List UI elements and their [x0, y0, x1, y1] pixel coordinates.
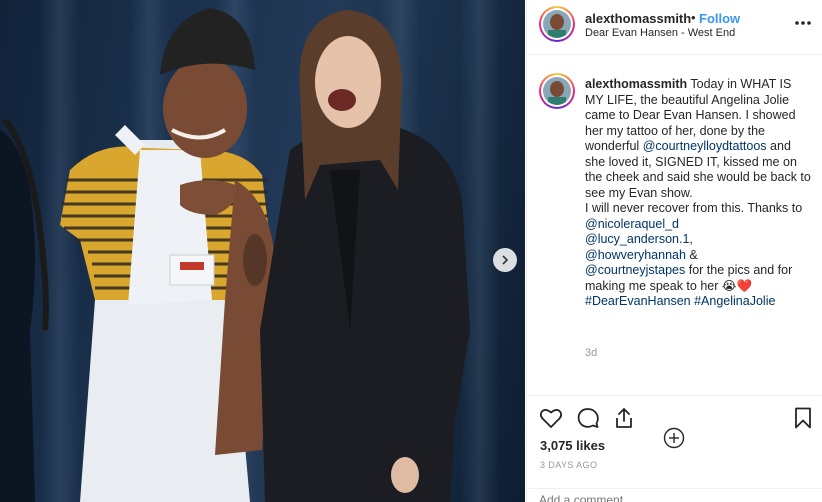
post-actions: 3,075 likes 3 DAYS AGO: [527, 395, 822, 502]
post-caption: alexthomassmith Today in WHAT IS MY LIFE…: [585, 77, 813, 310]
post-date[interactable]: 3 DAYS AGO: [540, 460, 597, 470]
caption-text: I will never recover from this. Thanks t…: [585, 201, 803, 215]
hashtag-link[interactable]: #DearEvanHansen: [585, 294, 691, 308]
follow-button[interactable]: Follow: [699, 11, 740, 26]
mention-link[interactable]: @courtneylloydtattoos: [643, 139, 767, 153]
comment-input[interactable]: [539, 493, 809, 502]
post-photo[interactable]: [0, 0, 525, 502]
mention-link[interactable]: @nicoleraquel_d: [585, 217, 679, 231]
avatar-photo: [543, 10, 571, 38]
photo-figures: [0, 8, 470, 502]
hashtag-link[interactable]: #AngelinaJolie: [694, 294, 775, 308]
mention-link[interactable]: @lucy_anderson.1: [585, 232, 689, 246]
more-dots-icon[interactable]: [793, 16, 813, 30]
caption-text: ,: [689, 232, 693, 246]
caption-username[interactable]: alexthomassmith: [585, 77, 687, 91]
post-header: alexthomassmith • Follow Dear Evan Hanse…: [527, 0, 822, 55]
post-sidebar: alexthomassmith • Follow Dear Evan Hanse…: [526, 0, 822, 502]
post-location[interactable]: Dear Evan Hansen - West End: [585, 27, 735, 39]
caption-time[interactable]: 3d: [585, 347, 597, 359]
avatar-photo: [543, 77, 571, 105]
mention-link[interactable]: @howveryhannah: [585, 248, 686, 262]
separator-dot: •: [691, 10, 696, 25]
comment-bubble-icon[interactable]: [576, 406, 600, 430]
avatar[interactable]: [539, 6, 575, 42]
caption-text: &: [685, 247, 698, 262]
bookmark-icon[interactable]: [791, 406, 815, 430]
likes-count[interactable]: 3,075 likes: [540, 438, 605, 453]
next-image-button[interactable]: [493, 248, 517, 272]
add-comment-bar: [527, 488, 822, 502]
comments-section: alexthomassmith Today in WHAT IS MY LIFE…: [527, 55, 822, 449]
post-author-username[interactable]: alexthomassmith: [585, 11, 691, 26]
heart-icon[interactable]: [539, 406, 563, 430]
chevron-right-icon: [502, 255, 509, 265]
share-icon[interactable]: [612, 406, 636, 430]
caption-avatar[interactable]: [539, 73, 575, 109]
mention-link[interactable]: @courtneyjstapes: [585, 263, 685, 277]
